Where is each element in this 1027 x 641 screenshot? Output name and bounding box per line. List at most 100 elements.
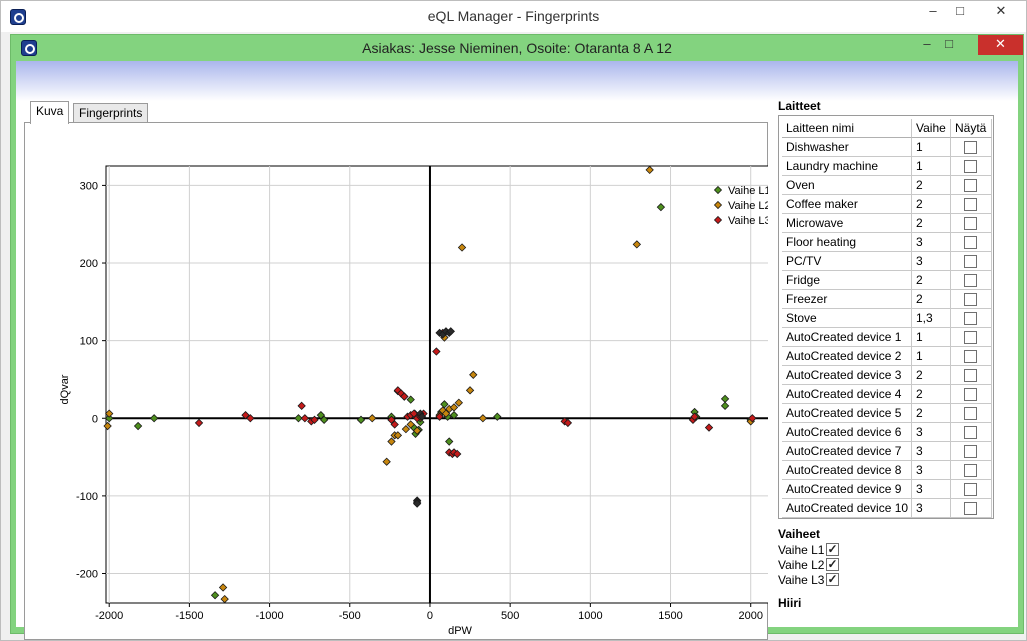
- device-row[interactable]: Floor heating 3: [782, 233, 992, 252]
- device-show-checkbox[interactable]: [964, 312, 977, 325]
- child-minimize-button[interactable]: –: [919, 35, 935, 55]
- device-row[interactable]: AutoCreated device 21: [782, 347, 992, 366]
- device-show-cell: [951, 347, 992, 366]
- device-row[interactable]: AutoCreated device 10 3: [782, 499, 992, 518]
- maximize-button[interactable]: □: [949, 1, 971, 23]
- device-show-cell: [951, 157, 992, 176]
- device-phase: 2: [912, 385, 951, 404]
- phase-l2-checkbox[interactable]: [826, 556, 840, 572]
- child-window-title: Asiakas: Jesse Nieminen, Osoite: Otarant…: [362, 40, 672, 56]
- device-show-checkbox[interactable]: [964, 198, 977, 211]
- device-phase: 1: [912, 157, 951, 176]
- device-show-checkbox[interactable]: [964, 141, 977, 154]
- child-maximize-button[interactable]: □: [941, 35, 957, 55]
- device-row[interactable]: AutoCreated device 52: [782, 404, 992, 423]
- device-show-checkbox[interactable]: [964, 274, 977, 287]
- device-phase: 3: [912, 233, 951, 252]
- device-row[interactable]: AutoCreated device 32: [782, 366, 992, 385]
- device-show-checkbox[interactable]: [964, 502, 977, 515]
- column-header-name[interactable]: Laitteen nimi: [782, 119, 912, 138]
- phase-l3-checkbox[interactable]: [826, 571, 840, 587]
- device-show-checkbox[interactable]: [964, 407, 977, 420]
- tab-fingerprints[interactable]: Fingerprints: [73, 103, 149, 124]
- x-tick-label: -500: [339, 610, 361, 622]
- device-row[interactable]: AutoCreated device 93: [782, 480, 992, 499]
- phase-l3-row[interactable]: Vaihe L3: [778, 571, 840, 588]
- devices-table[interactable]: Laitteen nimi Vaihe Näytä Dishwasher 1 Lau…: [778, 115, 994, 519]
- x-tick-label: 2000: [738, 610, 762, 622]
- device-name: AutoCreated device 2: [782, 347, 912, 366]
- child-window: Asiakas: Jesse Nieminen, Osoite: Otarant…: [10, 34, 1024, 640]
- device-name: AutoCreated device 8: [782, 461, 912, 480]
- device-show-cell: [951, 176, 992, 195]
- device-phase: 1: [912, 328, 951, 347]
- device-name: Floor heating: [782, 233, 912, 252]
- device-show-checkbox[interactable]: [964, 483, 977, 496]
- device-name: AutoCreated device 9: [782, 480, 912, 499]
- device-show-checkbox[interactable]: [964, 464, 977, 477]
- x-tick-label: -1500: [175, 610, 203, 622]
- device-row[interactable]: Freezer 2: [782, 290, 992, 309]
- main-window: eQL Manager - Fingerprints – □ ✕ Asiakas…: [0, 0, 1027, 641]
- device-show-checkbox[interactable]: [964, 236, 977, 249]
- tab-kuva[interactable]: Kuva: [30, 101, 70, 124]
- x-tick-label: -1000: [256, 610, 284, 622]
- device-phase: 3: [912, 499, 951, 518]
- device-row[interactable]: Dishwasher 1: [782, 138, 992, 157]
- device-name: PC/TV: [782, 252, 912, 271]
- device-row[interactable]: Microwave 2: [782, 214, 992, 233]
- child-close-button[interactable]: ✕: [978, 35, 1023, 55]
- device-name: Microwave: [782, 214, 912, 233]
- device-row[interactable]: Stove 1,3: [782, 309, 992, 328]
- device-show-checkbox[interactable]: [964, 293, 977, 306]
- device-show-checkbox[interactable]: [964, 255, 977, 268]
- device-row[interactable]: AutoCreated device 42: [782, 385, 992, 404]
- window-titlebar: eQL Manager - Fingerprints – □ ✕: [1, 1, 1026, 32]
- x-tick-label: 1000: [578, 610, 602, 622]
- device-show-checkbox[interactable]: [964, 388, 977, 401]
- device-show-checkbox[interactable]: [964, 331, 977, 344]
- device-row[interactable]: AutoCreated device 73: [782, 442, 992, 461]
- phase-l2-label: Vaihe L2: [778, 558, 825, 572]
- device-show-cell: [951, 480, 992, 499]
- x-tick-label: 1500: [658, 610, 682, 622]
- device-row[interactable]: Fridge 2: [782, 271, 992, 290]
- device-phase: 2: [912, 404, 951, 423]
- device-row[interactable]: Coffee maker 2: [782, 195, 992, 214]
- device-show-cell: [951, 442, 992, 461]
- phase-l1-checkbox[interactable]: [826, 541, 840, 557]
- device-show-cell: [951, 404, 992, 423]
- device-phase: 2: [912, 195, 951, 214]
- device-show-cell: [951, 233, 992, 252]
- device-show-checkbox[interactable]: [964, 350, 977, 363]
- window-title: eQL Manager - Fingerprints: [427, 8, 600, 24]
- device-phase: 1: [912, 138, 951, 157]
- device-show-cell: [951, 138, 992, 157]
- device-show-checkbox[interactable]: [964, 217, 977, 230]
- device-show-checkbox[interactable]: [964, 445, 977, 458]
- device-name: Coffee maker: [782, 195, 912, 214]
- device-show-checkbox[interactable]: [964, 179, 977, 192]
- device-show-checkbox[interactable]: [964, 160, 977, 173]
- device-name: Dishwasher: [782, 138, 912, 157]
- close-button[interactable]: ✕: [976, 1, 1026, 23]
- device-show-cell: [951, 271, 992, 290]
- column-header-show[interactable]: Näytä: [951, 119, 992, 138]
- y-tick-label: 0: [92, 413, 98, 425]
- device-name: AutoCreated device 7: [782, 442, 912, 461]
- device-row[interactable]: AutoCreated device 11: [782, 328, 992, 347]
- device-show-checkbox[interactable]: [964, 369, 977, 382]
- column-header-phase[interactable]: Vaihe: [912, 119, 951, 138]
- device-phase: 2: [912, 176, 951, 195]
- device-show-cell: [951, 309, 992, 328]
- device-row[interactable]: Oven 2: [782, 176, 992, 195]
- device-row[interactable]: PC/TV 3: [782, 252, 992, 271]
- minimize-button[interactable]: –: [922, 1, 944, 23]
- device-row[interactable]: AutoCreated device 83: [782, 461, 992, 480]
- device-row[interactable]: Laundry machine 1: [782, 157, 992, 176]
- child-window-titlebar: Asiakas: Jesse Nieminen, Osoite: Otarant…: [11, 35, 1023, 61]
- device-show-checkbox[interactable]: [964, 426, 977, 439]
- device-name: Oven: [782, 176, 912, 195]
- device-show-cell: [951, 290, 992, 309]
- device-row[interactable]: AutoCreated device 63: [782, 423, 992, 442]
